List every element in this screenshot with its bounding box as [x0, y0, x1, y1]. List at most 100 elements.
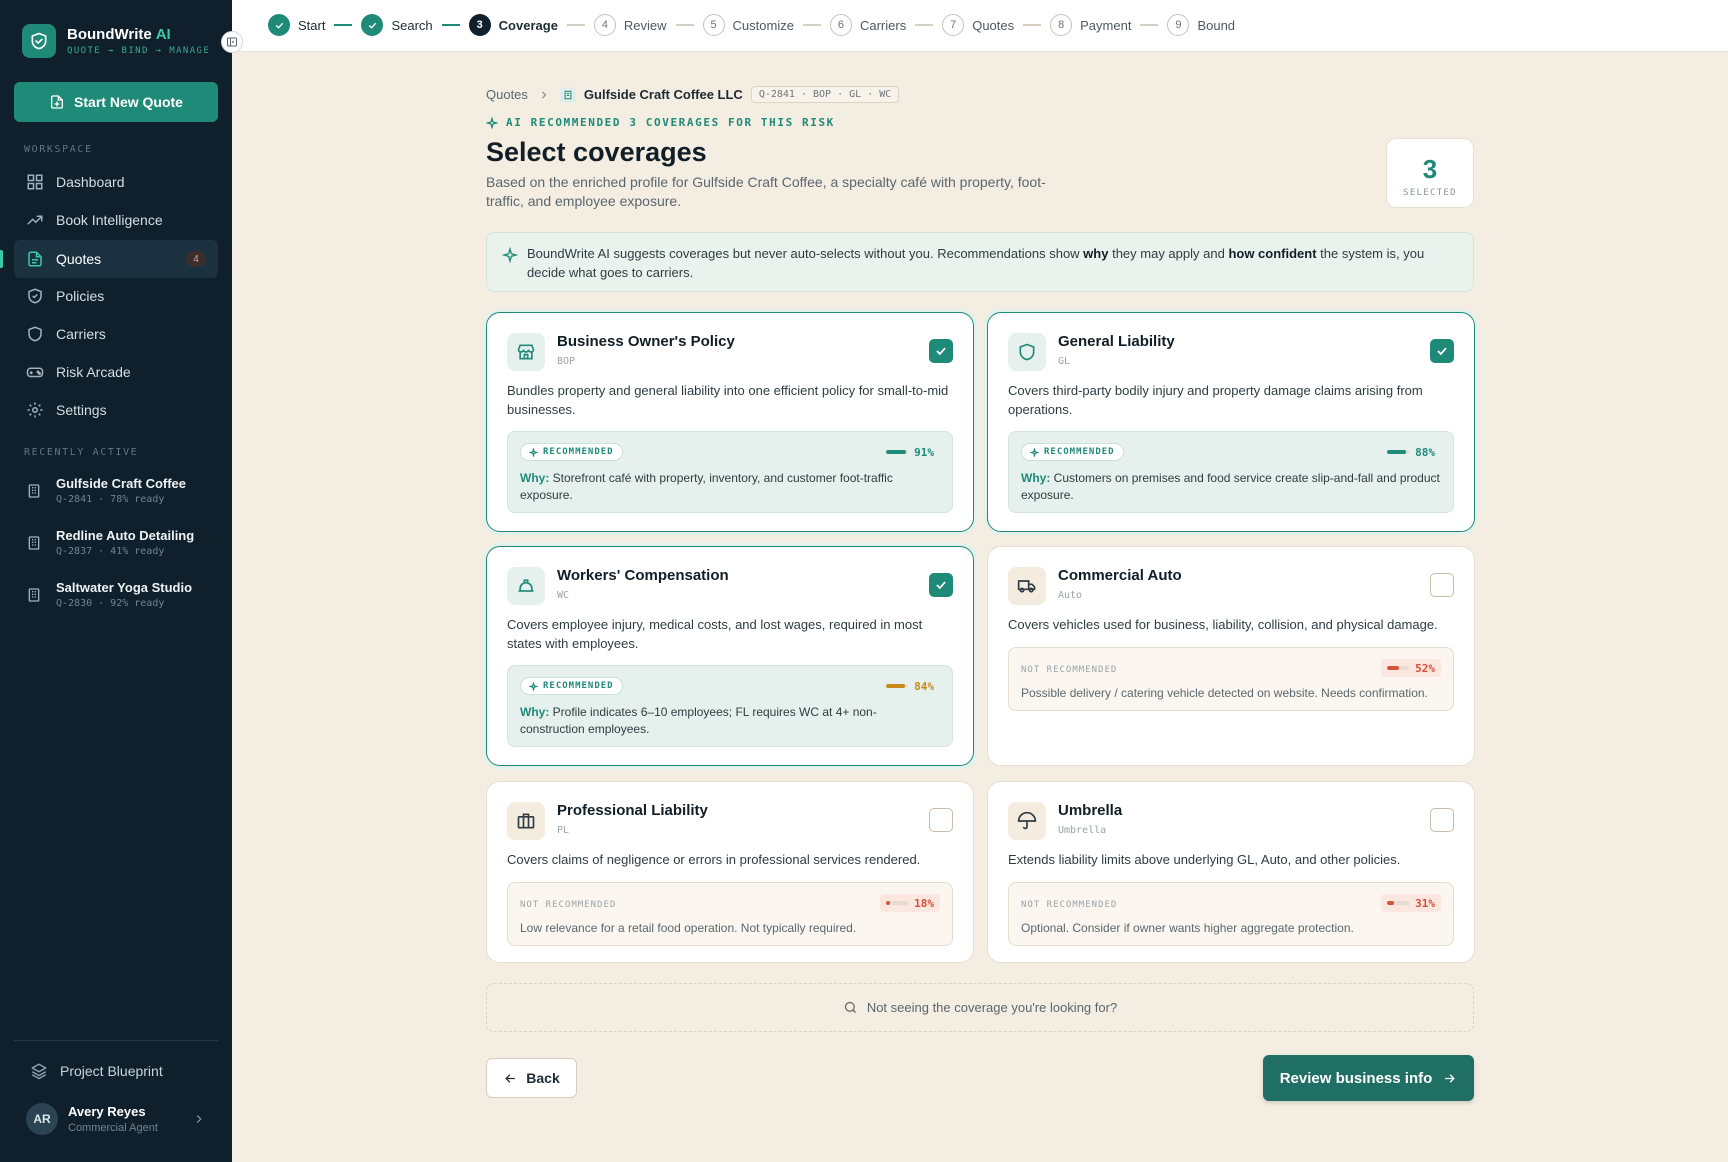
step-connector	[675, 24, 694, 26]
banner-text: BoundWrite AI suggests coverages but nev…	[527, 246, 1084, 261]
layers-icon	[31, 1063, 47, 1080]
step-payment[interactable]: 8 Payment	[1050, 14, 1131, 36]
sparkle-icon	[486, 116, 498, 129]
step-search[interactable]: Search	[361, 14, 433, 36]
coverage-card-wc[interactable]: Workers' Compensation WC Covers employee…	[486, 546, 974, 766]
card-title: Umbrella	[1058, 802, 1123, 819]
nav-item-carriers[interactable]: Carriers	[14, 315, 218, 353]
next-label: Review business info	[1279, 1069, 1433, 1087]
confidence-bar	[1387, 666, 1410, 670]
nav-item-policies[interactable]: Policies	[14, 277, 218, 315]
coverage-card-auto[interactable]: Commercial Auto Auto Covers vehicles use…	[987, 546, 1475, 766]
selected-label: SELECTED	[1403, 188, 1457, 198]
confidence-bar	[886, 450, 909, 454]
shield-icon	[1008, 333, 1046, 371]
nav-label: Risk Arcade	[56, 364, 131, 380]
step-customize[interactable]: 5 Customize	[702, 14, 794, 36]
missing-coverage-search[interactable]: Not seeing the coverage you're looking f…	[486, 983, 1474, 1032]
step-connector	[1140, 24, 1159, 26]
quote-tag: Q-2841 · BOP · GL · WC	[750, 86, 900, 103]
recommendation-reason: Low relevance for a retail food operatio…	[520, 921, 857, 935]
step-connector	[1023, 24, 1042, 26]
progress-stepper-bar: Start Search 3 Coverage 4 Review 5 Customiz…	[232, 0, 1728, 52]
project-blueprint-link[interactable]: Project Blueprint	[30, 1062, 163, 1080]
confidence-fill	[1387, 450, 1407, 454]
collapse-sidebar-button[interactable]	[221, 31, 243, 53]
step-bound[interactable]: 9 Bound	[1167, 14, 1235, 36]
card-checkbox[interactable]	[929, 808, 953, 832]
recommendation-reason: Why: Profile indicates 6–10 employees; F…	[520, 704, 940, 738]
breadcrumb-quotes-link[interactable]: Quotes	[486, 87, 528, 102]
card-checkbox[interactable]	[929, 339, 953, 363]
card-description: Covers claims of negligence or errors in…	[507, 852, 921, 867]
check-icon	[361, 14, 384, 36]
recent-item[interactable]: Saltwater Yoga Studio Q-2830 · 92% ready	[26, 580, 192, 609]
card-title: Commercial Auto	[1058, 567, 1182, 584]
coverage-card-pl[interactable]: Professional Liability PL Covers claims …	[486, 781, 974, 963]
nav-item-dashboard[interactable]: Dashboard	[14, 163, 218, 201]
review-business-info-button[interactable]: Review business info	[1263, 1055, 1474, 1101]
step-label: Quotes	[972, 17, 1015, 33]
step-label: Payment	[1080, 17, 1132, 33]
recommendation-box: RECOMMENDED 91% Why: Storefront café wit…	[507, 431, 953, 513]
step-label: Review	[623, 17, 667, 33]
stepper: Start Search 3 Coverage 4 Review 5 Customiz…	[268, 14, 1235, 36]
confidence-fill	[886, 901, 891, 905]
card-checkbox[interactable]	[1430, 339, 1454, 363]
nav-item-risk-arcade[interactable]: Risk Arcade	[14, 353, 218, 391]
brand-accent: AI	[155, 26, 171, 43]
step-quotes[interactable]: 7 Quotes	[942, 14, 1014, 36]
step-connector	[334, 24, 353, 26]
coverage-card-umbrella[interactable]: Umbrella Umbrella Extends liability limi…	[987, 781, 1475, 963]
confidence-meter: 31%	[1381, 894, 1441, 912]
card-title: Business Owner's Policy	[557, 333, 735, 350]
brand[interactable]: BoundWrite AI QUOTE → BIND → MANAGE	[22, 24, 210, 58]
nav-item-quotes[interactable]: Quotes 4	[14, 240, 218, 278]
storefront-icon	[507, 333, 545, 371]
card-checkbox[interactable]	[1430, 808, 1454, 832]
confidence-meter: 88%	[1381, 443, 1441, 461]
sparkle-icon	[1030, 447, 1039, 457]
step-number: 9	[1167, 14, 1190, 36]
step-carriers[interactable]: 6 Carriers	[829, 14, 906, 36]
card-checkbox[interactable]	[929, 573, 953, 597]
avatar: AR	[26, 1103, 58, 1135]
coverage-card-bop[interactable]: Business Owner's Policy BOP Bundles prop…	[486, 312, 974, 532]
start-new-quote-button[interactable]: Start New Quote	[14, 82, 218, 122]
step-review[interactable]: 4 Review	[593, 14, 667, 36]
why-label: Why:	[520, 704, 550, 719]
ai-recommendation-label: AI RECOMMENDED 3 COVERAGES FOR THIS RISK	[486, 116, 835, 129]
confidence-value: 31%	[1415, 896, 1435, 910]
recent-item[interactable]: Gulfside Craft Coffee Q-2841 · 78% ready	[26, 476, 186, 505]
step-number: 6	[829, 14, 852, 36]
building-icon	[28, 484, 40, 498]
nav-item-book-intelligence[interactable]: Book Intelligence	[14, 201, 218, 239]
step-start[interactable]: Start	[268, 14, 325, 36]
step-connector	[566, 24, 585, 26]
step-label: Search	[391, 17, 433, 33]
recommended-label: RECOMMENDED	[1044, 447, 1115, 457]
card-checkbox[interactable]	[1430, 573, 1454, 597]
nav-label: Carriers	[56, 326, 106, 342]
back-button[interactable]: Back	[486, 1058, 577, 1098]
sparkle-icon	[529, 681, 538, 691]
search-icon	[844, 1001, 856, 1013]
chevron-right-icon	[541, 91, 547, 98]
nav-item-settings[interactable]: Settings	[14, 391, 218, 429]
shield-icon	[28, 326, 42, 342]
step-label: Bound	[1197, 17, 1236, 33]
recommendation-reason: Optional. Consider if owner wants higher…	[1021, 921, 1354, 935]
shield-check-icon	[28, 288, 42, 304]
page-subtitle: Based on the enriched profile for Gulfsi…	[486, 174, 1046, 209]
card-title: General Liability	[1058, 333, 1175, 350]
coverage-card-gl[interactable]: General Liability GL Covers third-party …	[987, 312, 1475, 532]
recent-item-name: Redline Auto Detailing	[56, 528, 195, 543]
confidence-fill	[1387, 901, 1394, 905]
recent-item[interactable]: Redline Auto Detailing Q-2837 · 41% read…	[26, 528, 194, 557]
gear-icon	[27, 402, 43, 418]
step-coverage[interactable]: 3 Coverage	[468, 14, 558, 36]
card-description: Extends liability limits above underlyin…	[1008, 852, 1401, 867]
nav-label: Settings	[56, 402, 107, 418]
confidence-meter: 52%	[1381, 659, 1441, 677]
user-profile[interactable]: AR Avery Reyes Commercial Agent	[26, 1103, 206, 1135]
